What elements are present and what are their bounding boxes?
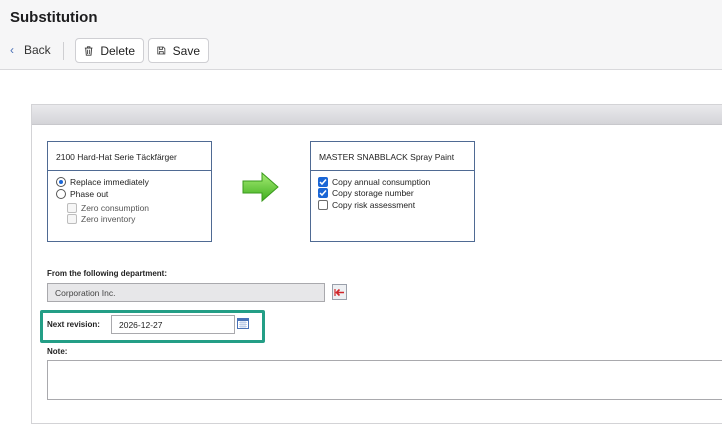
back-button[interactable]: ‹ Back [10,40,51,60]
copy-annual-consumption-checkbox[interactable] [318,177,328,187]
checkmark-icon [319,190,327,197]
copy-risk-assessment-option[interactable]: Copy risk assessment [318,200,415,210]
zero-inventory-label: Zero inventory [81,214,136,224]
target-product-name: MASTER SNABBLACK Spray Paint [311,142,474,171]
replace-immediately-option[interactable]: Replace immediately [56,177,149,187]
copy-storage-number-label: Copy storage number [332,188,414,198]
save-label: Save [172,43,200,58]
note-textarea[interactable] [47,360,722,400]
replace-immediately-label: Replace immediately [70,177,149,187]
trash-icon [84,45,93,56]
back-label: Back [24,43,51,57]
department-label: From the following department: [47,269,167,278]
zero-inventory-checkbox [67,214,77,224]
replace-immediately-radio[interactable] [56,177,66,187]
panel-header-bar [32,105,722,125]
toolbar-divider [63,42,64,60]
arrow-right-icon [242,171,279,203]
page-title: Substitution [10,9,98,26]
zero-inventory-option: Zero inventory [67,214,135,224]
remove-arrow-icon [334,288,344,296]
department-field: Corporation Inc. [47,283,325,302]
next-revision-input[interactable]: 2026-12-27 [111,315,235,334]
zero-consumption-label: Zero consumption [81,203,150,213]
phase-out-option[interactable]: Phase out [56,189,108,199]
copy-annual-consumption-option[interactable]: Copy annual consumption [318,177,430,187]
phase-out-radio[interactable] [56,189,66,199]
department-picker-button[interactable] [332,284,347,300]
copy-risk-assessment-label: Copy risk assessment [332,200,416,210]
chevron-left-icon: ‹ [10,43,14,57]
floppy-disk-icon [157,46,166,55]
copy-storage-number-option[interactable]: Copy storage number [318,188,414,198]
checkmark-icon [319,179,327,186]
note-label: Note: [47,347,68,356]
next-revision-label: Next revision: [47,320,100,329]
save-button[interactable]: Save [148,38,209,63]
delete-label: Delete [100,43,135,58]
calendar-icon[interactable] [237,317,249,329]
zero-consumption-option: Zero consumption [67,203,149,213]
copy-risk-assessment-checkbox[interactable] [318,200,328,210]
copy-storage-number-checkbox[interactable] [318,188,328,198]
delete-button[interactable]: Delete [75,38,144,63]
source-product-name: 2100 Hard-Hat Serie Täckfärger [48,142,211,171]
header: Substitution ‹ Back Delete Save [0,0,722,70]
zero-consumption-checkbox [67,203,77,213]
phase-out-label: Phase out [70,189,109,199]
copy-annual-consumption-label: Copy annual consumption [332,177,431,187]
